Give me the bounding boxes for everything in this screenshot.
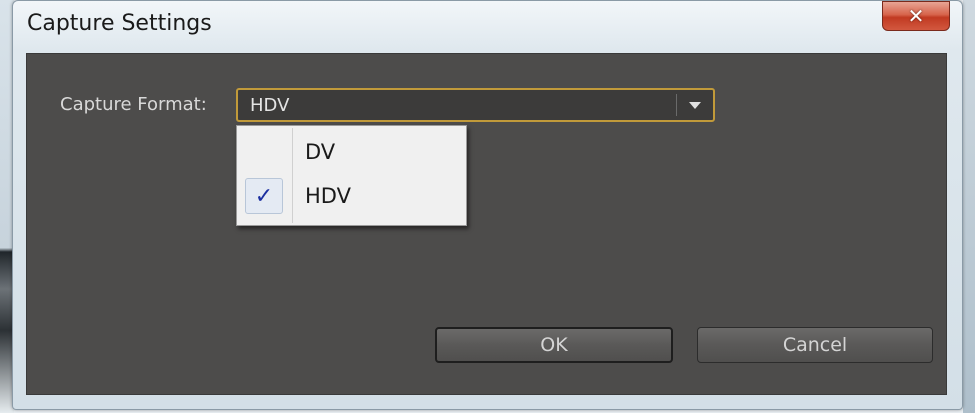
capture-settings-dialog: Capture Settings ✕ Capture Format: HDV D… xyxy=(12,0,963,410)
checkmark-icon: ✓ xyxy=(254,183,274,209)
menu-item-label: HDV xyxy=(305,184,351,208)
settings-panel: Capture Format: HDV DV ✓ HDV OK Cancel xyxy=(26,53,947,395)
capture-format-label: Capture Format: xyxy=(60,94,207,115)
dialog-title: Capture Settings xyxy=(27,11,212,36)
close-icon: ✕ xyxy=(907,4,925,28)
menu-item-label: DV xyxy=(305,140,336,164)
chevron-down-icon[interactable] xyxy=(689,102,701,109)
capture-format-select[interactable]: HDV xyxy=(236,88,715,122)
background-right-edge xyxy=(963,0,975,413)
cancel-button[interactable]: Cancel xyxy=(697,327,933,363)
capture-format-value: HDV xyxy=(250,95,290,116)
capture-format-menu: DV ✓ HDV xyxy=(236,125,467,226)
select-divider xyxy=(676,94,677,116)
menu-item-dv[interactable]: DV xyxy=(239,132,464,174)
close-button[interactable]: ✕ xyxy=(882,1,950,31)
check-highlight: ✓ xyxy=(245,178,283,214)
menu-item-hdv[interactable]: ✓ HDV xyxy=(239,176,464,218)
ok-button[interactable]: OK xyxy=(435,327,673,363)
